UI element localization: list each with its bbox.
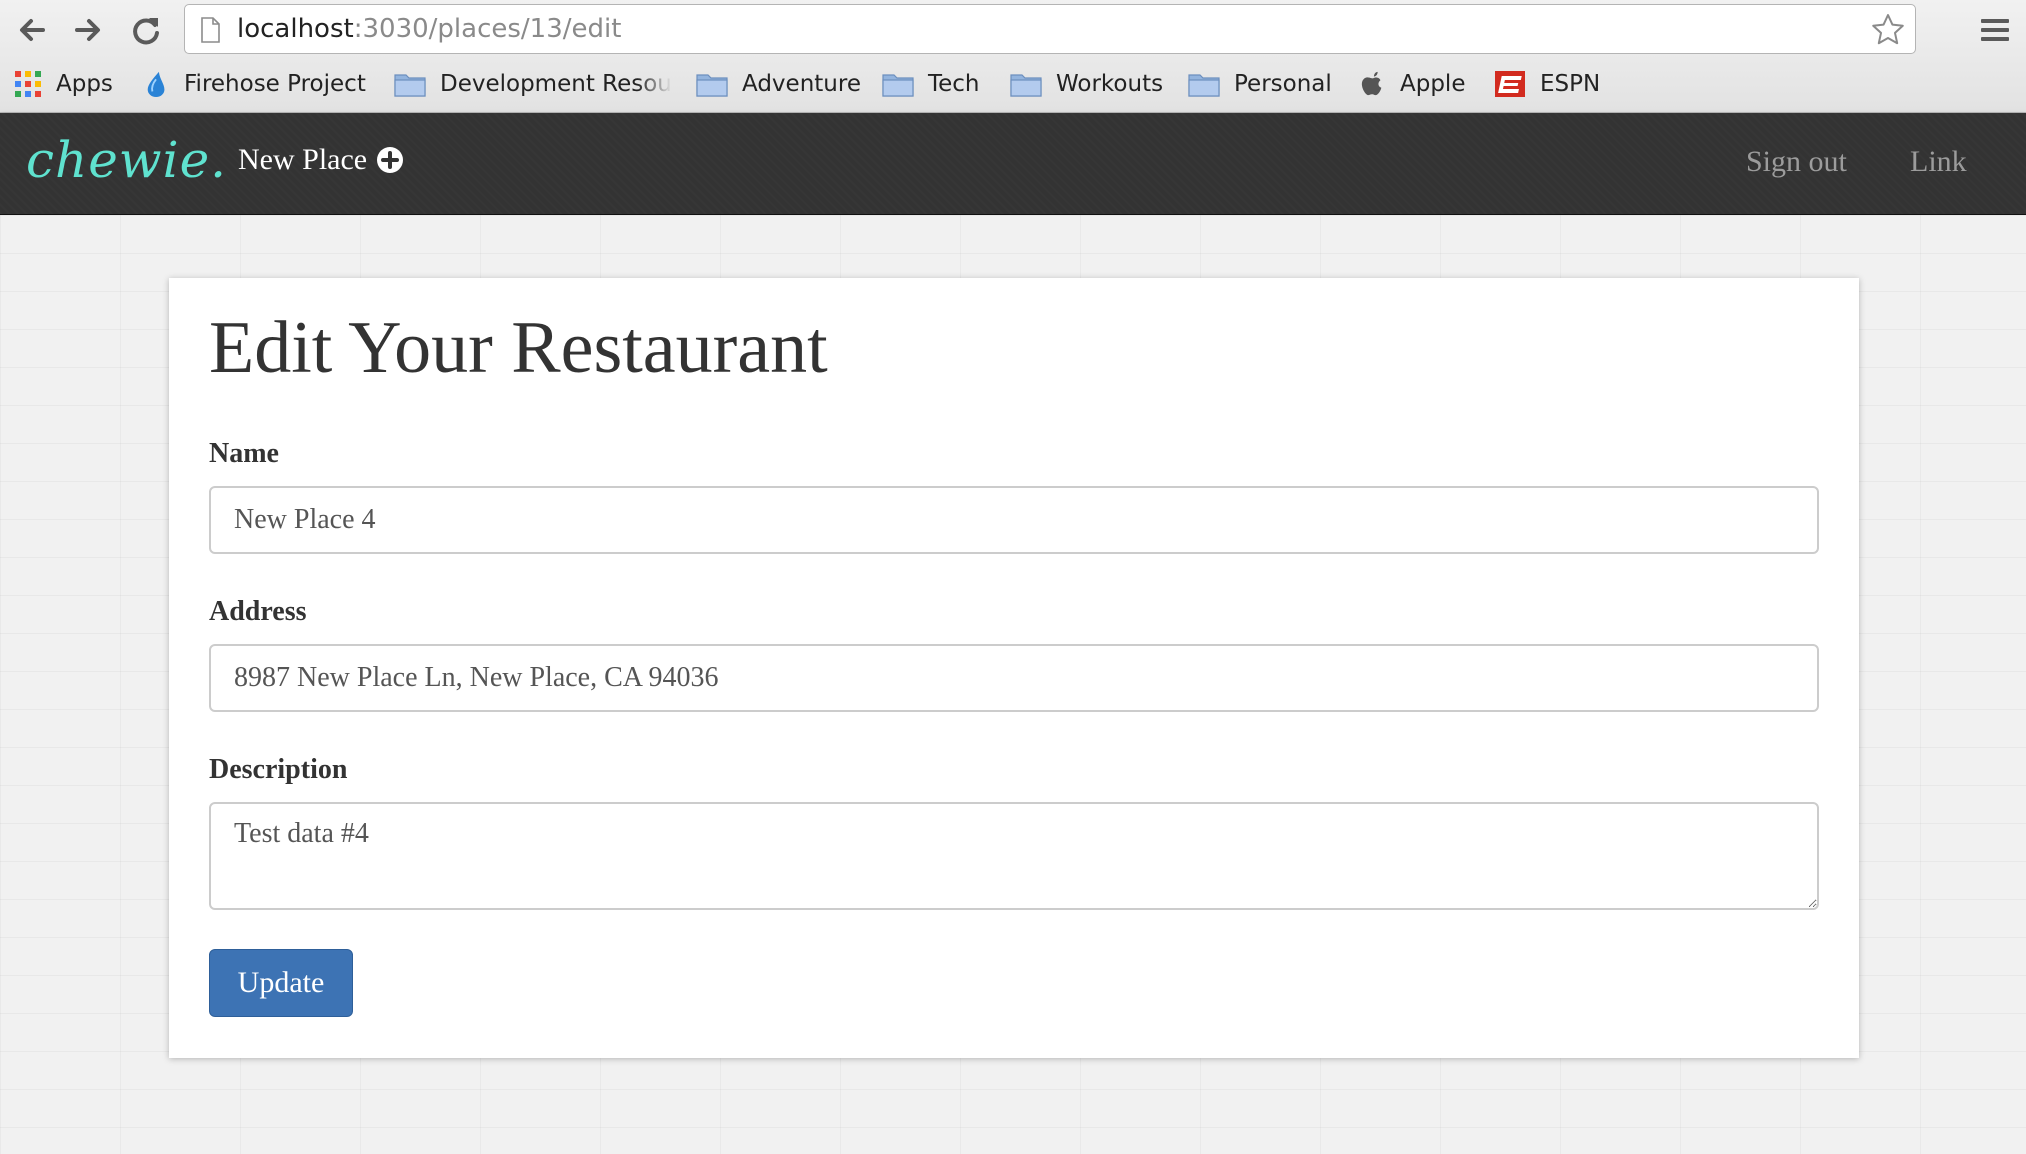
update-button[interactable]: Update [209, 949, 353, 1017]
bookmark-label: Firehose Project [184, 71, 366, 97]
firehose-drop-icon [147, 71, 165, 97]
bookmark-label: Tech [928, 71, 980, 97]
folder-icon [1010, 74, 1042, 97]
description-label: Description [209, 754, 348, 785]
bookmarks-bar: Apps Firehose Project Development Resour… [0, 60, 2026, 108]
bookmark-development-resources[interactable]: Development Resources [394, 60, 672, 108]
bookmark-star-icon[interactable] [1869, 11, 1907, 49]
bookmark-adventure[interactable]: Adventure [696, 60, 861, 108]
name-label: Name [209, 438, 279, 469]
app-navbar: chewie. New Place Sign out Link [0, 113, 2026, 216]
description-textarea[interactable]: Test data #4 [209, 802, 1819, 910]
bookmark-apps[interactable]: Apps [14, 60, 113, 108]
back-button[interactable] [10, 8, 54, 52]
plus-circle-icon [377, 147, 404, 173]
bookmark-personal[interactable]: Personal [1188, 60, 1332, 108]
folder-icon [882, 74, 914, 97]
browser-menu-icon[interactable] [1976, 10, 2014, 50]
nav-link[interactable]: Link [1910, 145, 1967, 179]
edit-restaurant-card: Edit Your Restaurant Name Address Descri… [169, 278, 1859, 1058]
new-place-label: New Place [238, 143, 368, 176]
bookmark-apple[interactable]: Apple [1360, 60, 1465, 108]
bookmark-label: ESPN [1540, 71, 1601, 97]
reload-icon [133, 18, 159, 45]
forward-arrow-icon [75, 19, 100, 41]
address-label: Address [209, 596, 307, 627]
bookmark-espn[interactable]: ESPN [1494, 60, 1600, 108]
folder-icon [696, 74, 728, 97]
bookmark-label: Personal [1234, 71, 1332, 97]
brand-logo[interactable]: chewie. [26, 131, 227, 189]
bookmark-label: Workouts [1056, 71, 1164, 97]
address-input[interactable] [209, 644, 1819, 712]
browser-chrome: localhost:3030/places/13/edit Apps Fireh… [0, 0, 2026, 113]
folder-icon [1188, 74, 1220, 97]
folder-icon [394, 74, 426, 97]
bookmark-tech[interactable]: Tech [882, 60, 980, 108]
bookmark-firehose-project[interactable]: Firehose Project [144, 60, 366, 108]
url-text: localhost:3030/places/13/edit [237, 14, 622, 44]
page-title: Edit Your Restaurant [209, 307, 828, 389]
address-bar[interactable]: localhost:3030/places/13/edit [184, 4, 1916, 54]
bookmark-label: Apps [56, 71, 113, 97]
page-icon [201, 17, 220, 43]
back-arrow-icon [20, 19, 45, 41]
apple-icon [1361, 71, 1382, 96]
name-input[interactable] [209, 486, 1819, 554]
reload-button[interactable] [124, 8, 168, 52]
bookmark-label: Adventure [742, 71, 861, 97]
bookmark-label: Apple [1400, 71, 1466, 97]
new-place-link[interactable]: New Place [238, 143, 405, 177]
bookmark-label: Development Resources [440, 71, 672, 97]
apps-grid-icon [15, 71, 41, 97]
espn-icon [1495, 71, 1525, 97]
sign-out-link[interactable]: Sign out [1746, 145, 1847, 179]
bookmark-workouts[interactable]: Workouts [1010, 60, 1163, 108]
forward-button[interactable] [66, 8, 110, 52]
